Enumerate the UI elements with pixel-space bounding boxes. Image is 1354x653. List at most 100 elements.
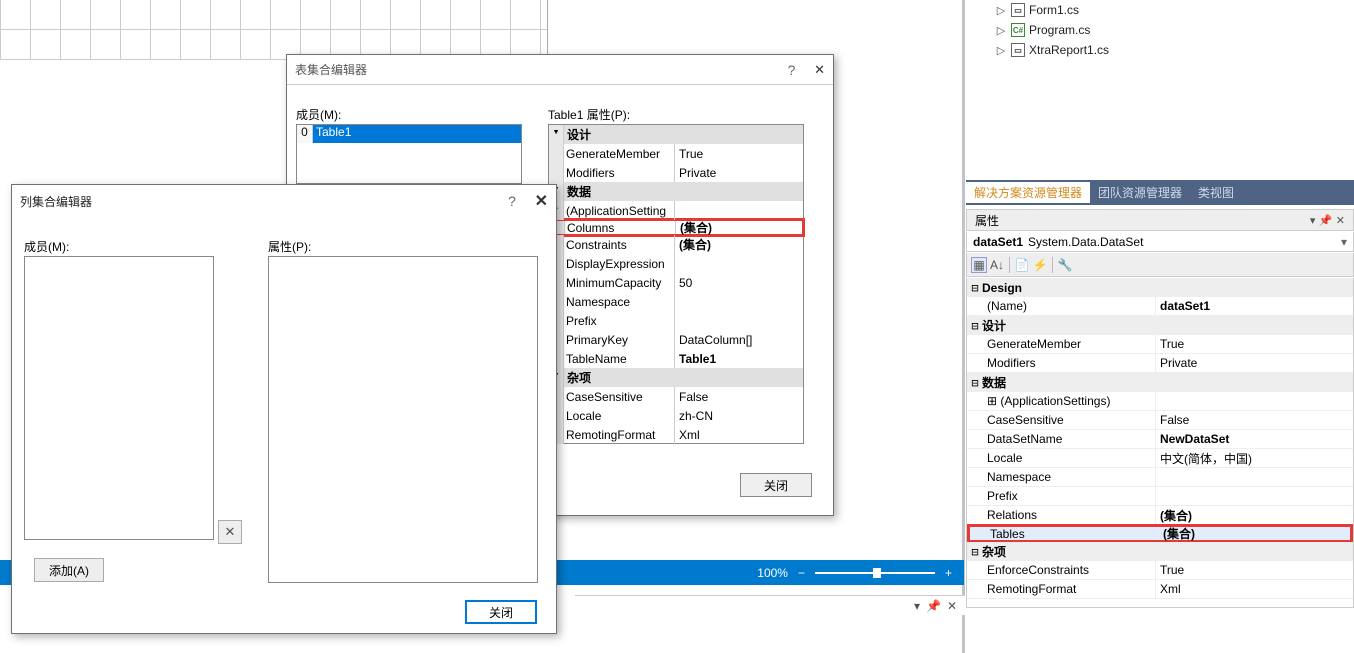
tree-item-xtrareport[interactable]: ▷▭XtraReport1.cs — [977, 40, 1352, 60]
property-row[interactable]: DataSetNameNewDataSet — [967, 430, 1353, 449]
property-value[interactable]: (集合) — [674, 235, 803, 254]
property-row[interactable]: Constraints(集合) — [549, 235, 803, 254]
list-item[interactable]: 0 Table1 — [297, 125, 521, 143]
property-row[interactable]: MinimumCapacity50 — [549, 273, 803, 292]
pin-icon[interactable]: 📌 — [926, 599, 941, 613]
category-header[interactable]: ⊟ 设计 — [967, 316, 1353, 335]
expand-icon[interactable]: ⊟ — [968, 376, 982, 390]
dialog-titlebar[interactable]: 表集合编辑器 ? ✕ — [287, 55, 833, 85]
property-value[interactable]: Private — [1155, 354, 1353, 372]
property-row[interactable]: RemotingFormatXml — [549, 425, 803, 444]
property-row[interactable]: CaseSensitiveFalse — [549, 387, 803, 406]
property-row[interactable]: Prefix — [967, 487, 1353, 506]
property-value[interactable] — [1155, 392, 1353, 410]
dropdown-icon[interactable]: ▾ — [1341, 235, 1347, 249]
events-icon[interactable]: ⚡ — [1032, 257, 1048, 273]
property-value[interactable]: True — [1155, 335, 1353, 353]
zoom-slider[interactable] — [815, 572, 935, 574]
property-value[interactable] — [674, 311, 803, 330]
property-row[interactable]: DisplayExpression — [549, 254, 803, 273]
property-row[interactable]: Prefix — [549, 311, 803, 330]
alphabetical-icon[interactable]: A↓ — [989, 257, 1005, 273]
expand-icon[interactable]: ⊟ — [968, 545, 982, 559]
property-row[interactable]: Tables(集合) — [967, 524, 1353, 543]
property-value[interactable]: True — [674, 144, 803, 163]
zoom-in-icon[interactable]: + — [945, 566, 952, 580]
property-value[interactable]: Private — [674, 163, 803, 182]
dropdown-icon[interactable]: ▾ — [914, 599, 920, 613]
property-row[interactable]: ModifiersPrivate — [967, 354, 1353, 373]
dialog-titlebar[interactable]: 列集合编辑器 ? ✕ — [12, 185, 556, 215]
property-row[interactable]: Namespace — [967, 468, 1353, 487]
tree-item-program[interactable]: ▷C#Program.cs — [977, 20, 1352, 40]
property-value[interactable] — [674, 254, 803, 273]
expand-icon[interactable]: ▾ — [549, 125, 564, 144]
members-list-empty[interactable] — [24, 256, 214, 540]
property-value[interactable]: 中文(简体，中国) — [1155, 449, 1353, 467]
property-row[interactable]: EnforceConstraintsTrue — [967, 561, 1353, 580]
wrench-icon[interactable]: 🔧 — [1057, 257, 1073, 273]
property-value[interactable]: Xml — [1155, 580, 1353, 598]
property-value[interactable]: dataSet1 — [1155, 297, 1353, 315]
property-value[interactable]: 50 — [674, 273, 803, 292]
close-button[interactable]: 关闭 — [740, 473, 812, 497]
delete-button[interactable]: ✕ — [218, 520, 242, 544]
expand-icon[interactable]: ⊟ — [968, 281, 982, 295]
property-value[interactable]: Table1 — [674, 349, 803, 368]
properties-icon[interactable]: 📄 — [1014, 257, 1030, 273]
help-icon[interactable]: ? — [508, 193, 516, 209]
property-value[interactable]: False — [674, 387, 803, 406]
property-value[interactable]: (集合) — [1158, 527, 1350, 540]
categorize-icon[interactable]: ▦ — [971, 257, 987, 273]
property-value[interactable] — [1155, 487, 1353, 505]
properties-object-selector[interactable]: dataSet1 System.Data.DataSet ▾ — [966, 232, 1354, 252]
zoom-thumb[interactable] — [873, 568, 881, 578]
property-row[interactable]: RemotingFormatXml — [967, 580, 1353, 599]
property-value[interactable]: Xml — [674, 425, 803, 444]
property-value[interactable] — [1155, 468, 1353, 486]
property-row[interactable]: Locale中文(简体，中国) — [967, 449, 1353, 468]
property-row[interactable]: CaseSensitiveFalse — [967, 411, 1353, 430]
property-value[interactable] — [674, 292, 803, 311]
expand-icon[interactable]: ⊟ — [968, 319, 982, 333]
property-row[interactable]: Localezh-CN — [549, 406, 803, 425]
property-value[interactable]: (集合) — [675, 221, 802, 234]
tab-team-explorer[interactable]: 团队资源管理器 — [1090, 182, 1190, 203]
close-button[interactable]: 关闭 — [465, 600, 537, 624]
category-header[interactable]: ⊟ 数据 — [967, 373, 1353, 392]
property-value[interactable]: False — [1155, 411, 1353, 429]
property-value[interactable]: NewDataSet — [1155, 430, 1353, 448]
property-value[interactable] — [674, 201, 803, 220]
property-row[interactable]: GenerateMemberTrue — [549, 144, 803, 163]
vertical-splitter[interactable] — [962, 0, 965, 653]
tree-item-form[interactable]: ▷▭Form1.cs — [977, 0, 1352, 20]
property-row[interactable]: GenerateMemberTrue — [967, 335, 1353, 354]
tab-class-view[interactable]: 类视图 — [1190, 182, 1242, 203]
pin-icon[interactable]: 📌 — [1319, 215, 1333, 227]
property-row[interactable]: Namespace — [549, 292, 803, 311]
property-row[interactable]: PrimaryKeyDataColumn[] — [549, 330, 803, 349]
property-value[interactable]: True — [1155, 561, 1353, 579]
close-icon[interactable]: ✕ — [947, 599, 957, 613]
property-value[interactable]: zh-CN — [674, 406, 803, 425]
tab-solution-explorer[interactable]: 解决方案资源管理器 — [966, 182, 1090, 203]
category-header[interactable]: ⊟ Design — [967, 278, 1353, 297]
zoom-out-icon[interactable]: − — [798, 566, 805, 580]
category-header[interactable]: ⊟ 杂项 — [967, 542, 1353, 561]
property-value[interactable]: (集合) — [1155, 506, 1353, 524]
property-row[interactable]: Relations(集合) — [967, 506, 1353, 525]
members-list[interactable]: 0 Table1 — [296, 124, 522, 184]
category-header[interactable]: ▾设计 — [549, 125, 803, 144]
property-value[interactable]: DataColumn[] — [674, 330, 803, 349]
property-row[interactable]: TableNameTable1 — [549, 349, 803, 368]
dropdown-icon[interactable]: ▾ — [1310, 215, 1316, 227]
close-icon[interactable]: ✕ — [1336, 215, 1345, 227]
help-icon[interactable]: ? — [788, 62, 796, 78]
close-icon[interactable]: ✕ — [814, 62, 825, 78]
add-button[interactable]: 添加(A) — [34, 558, 104, 582]
property-row[interactable]: ModifiersPrivate — [549, 163, 803, 182]
property-row[interactable]: ▸(ApplicationSetting — [549, 201, 803, 220]
property-row[interactable]: (Name)dataSet1 — [967, 297, 1353, 316]
category-header[interactable]: ▾杂项 — [549, 368, 803, 387]
property-row[interactable]: ⊞ (ApplicationSettings) — [967, 392, 1353, 411]
